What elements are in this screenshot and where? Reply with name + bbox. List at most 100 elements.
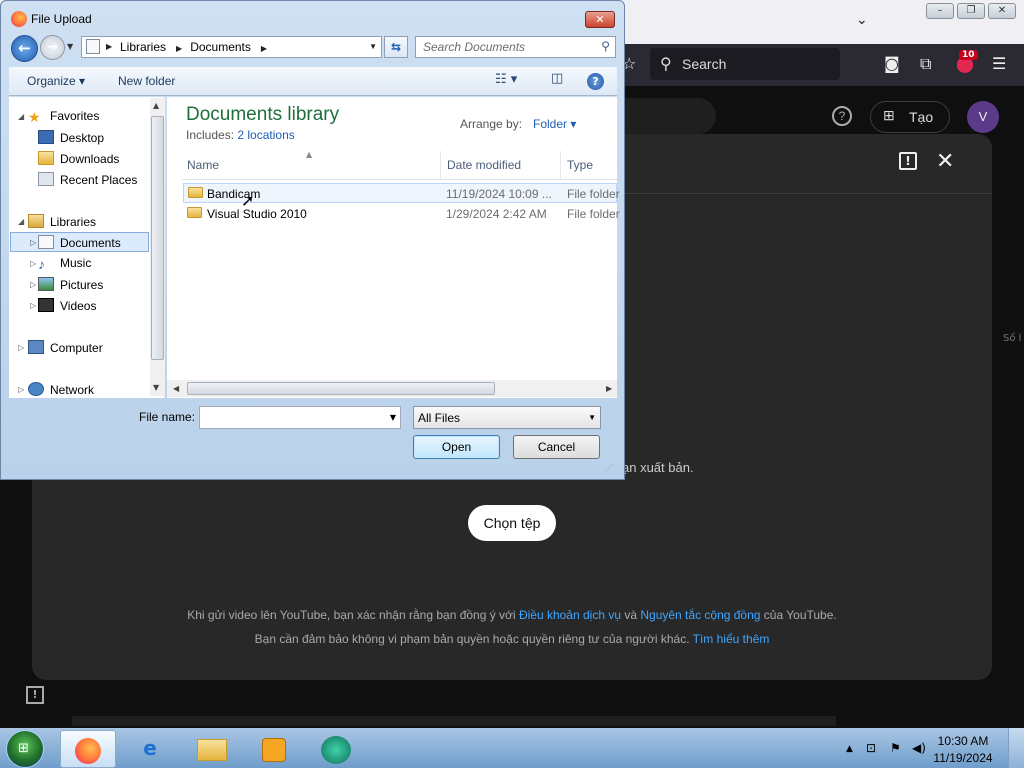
file-name-dropdown-icon[interactable]: ▼ — [390, 413, 396, 422]
expand-videos-icon[interactable]: ▷ — [30, 301, 36, 310]
extensions-icon[interactable]: ⧉ — [920, 54, 931, 74]
expand-documents-icon[interactable]: ▷ — [30, 238, 36, 247]
pocket-icon[interactable]: ◙ — [884, 54, 900, 73]
forward-button[interactable]: → — [40, 35, 65, 60]
expand-computer-icon[interactable]: ▷ — [18, 343, 24, 352]
create-button[interactable]: ⊞ Tạo — [870, 101, 950, 133]
youtube-search-bar[interactable] — [620, 98, 716, 134]
clock-time[interactable]: 10:30 AM — [928, 734, 998, 748]
chevron-right-icon[interactable]: ▶ — [106, 42, 112, 51]
column-header-name[interactable]: Name — [181, 151, 441, 179]
file-type-select[interactable]: All Files ▼ — [413, 406, 601, 429]
volume-icon[interactable]: ◀) — [912, 741, 926, 755]
cancel-button[interactable]: Cancel — [513, 435, 600, 459]
network-tray-icon[interactable]: ⊡ — [866, 741, 876, 755]
send-feedback-icon[interactable]: ! — [26, 686, 44, 704]
nav-music[interactable]: ♪ Music — [38, 256, 91, 272]
expand-libraries-icon[interactable]: ◢ — [18, 217, 24, 226]
taskbar-firefox[interactable] — [60, 730, 116, 768]
column-header-type[interactable]: Type — [561, 151, 617, 179]
new-folder-button[interactable]: New folder — [118, 74, 175, 88]
open-button[interactable]: Open — [413, 435, 500, 459]
scroll-left-icon[interactable]: ◀ — [173, 384, 179, 393]
expand-favorites-icon[interactable]: ◢ — [18, 112, 24, 121]
menu-icon[interactable]: ☰ — [992, 54, 1006, 73]
file-name-input[interactable]: ▼ — [199, 406, 401, 429]
nav-pictures[interactable]: Pictures — [38, 277, 103, 292]
search-documents-input[interactable]: Search Documents ⚲ — [415, 36, 616, 58]
terms-of-service-link[interactable]: Điều khoản dịch vụ — [519, 608, 621, 622]
maximize-button[interactable]: ❐ — [957, 3, 985, 19]
scroll-right-icon[interactable]: ▶ — [606, 384, 612, 393]
nav-recent-places[interactable]: Recent Places — [38, 172, 137, 187]
organize-button[interactable]: Organize ▾ — [27, 74, 85, 88]
chevron-right-icon[interactable]: ▶ — [261, 44, 267, 53]
nav-downloads-label: Downloads — [60, 152, 120, 166]
column-header-date[interactable]: Date modified — [441, 151, 561, 179]
file-list-scroll-thumb[interactable] — [187, 382, 495, 395]
library-includes: Includes: 2 locations — [186, 128, 295, 142]
taskbar-internet-explorer[interactable]: e — [122, 730, 178, 768]
nav-libraries[interactable]: Libraries — [28, 214, 96, 229]
nav-videos[interactable]: Videos — [38, 298, 96, 313]
desktop-icon — [38, 130, 54, 144]
action-center-flag-icon[interactable]: ⚑ — [890, 741, 901, 755]
folder-icon — [197, 738, 227, 761]
browser-search-box[interactable]: ⚲ Search — [650, 48, 840, 80]
recent-pages-dropdown-icon[interactable]: ▼ — [67, 42, 73, 51]
preview-pane-icon[interactable]: ◫ — [551, 71, 563, 86]
page-horizontal-scrollbar[interactable] — [72, 716, 836, 726]
expand-music-icon[interactable]: ▷ — [30, 259, 36, 268]
side-text: Số l — [1003, 333, 1022, 344]
scroll-down-icon[interactable]: ▼ — [153, 383, 159, 392]
network-icon — [28, 382, 44, 396]
nav-favorites[interactable]: ★ Favorites — [28, 109, 99, 125]
dialog-close-button[interactable]: ✕ — [585, 11, 615, 28]
show-desktop-button[interactable] — [1008, 728, 1024, 768]
nav-vertical-scrollbar[interactable] — [150, 98, 165, 396]
recent-places-icon — [38, 172, 54, 186]
scroll-up-icon[interactable]: ▲ — [153, 101, 159, 110]
help-icon[interactable]: ? — [832, 106, 852, 126]
nav-desktop[interactable]: Desktop — [38, 130, 104, 145]
address-dropdown-icon[interactable]: ▼ — [369, 42, 377, 51]
nav-downloads[interactable]: Downloads — [38, 151, 119, 166]
select-files-button[interactable]: Chọn tệp — [468, 505, 556, 541]
chevron-right-icon[interactable]: ▶ — [176, 44, 182, 53]
file-type-dropdown-icon[interactable]: ▼ — [588, 413, 596, 422]
view-options-icon[interactable]: ☷ ▾ — [495, 72, 517, 87]
nav-network[interactable]: Network — [28, 382, 94, 397]
avatar[interactable]: V — [967, 101, 999, 133]
resize-grip-icon[interactable]: ⋰ — [605, 463, 613, 472]
learn-more-link[interactable]: Tìm hiểu thêm — [693, 632, 770, 646]
nav-documents[interactable]: Documents — [38, 235, 121, 250]
file-list-horizontal-scrollbar[interactable] — [167, 380, 617, 397]
expand-pictures-icon[interactable]: ▷ — [30, 280, 36, 289]
arrange-by-dropdown[interactable]: Folder ▾ — [533, 117, 576, 131]
taskbar-media-player[interactable] — [246, 730, 302, 768]
community-guidelines-link[interactable]: Nguyên tắc cộng đồng — [640, 608, 760, 622]
create-label: Tạo — [909, 109, 934, 125]
show-hidden-icons-icon[interactable]: ▲ — [846, 744, 853, 754]
nav-scroll-thumb[interactable] — [151, 116, 164, 360]
file-list-area — [167, 97, 617, 398]
taskbar-app[interactable] — [308, 730, 364, 768]
terms-line-1: Khi gửi video lên YouTube, bạn xác nhận … — [32, 608, 992, 622]
help-icon[interactable]: ? — [587, 73, 604, 90]
start-button[interactable]: ⊞ — [6, 730, 44, 768]
expand-network-icon[interactable]: ▷ — [18, 385, 24, 394]
close-icon[interactable]: ✕ — [936, 148, 954, 174]
tab-list-chevron-icon[interactable]: ⌄ — [856, 12, 868, 28]
breadcrumb-documents[interactable]: Documents — [190, 40, 251, 54]
locations-link[interactable]: 2 locations — [237, 128, 294, 142]
nav-computer[interactable]: Computer — [28, 340, 103, 355]
taskbar-explorer[interactable] — [184, 730, 240, 768]
refresh-button[interactable]: ⇆ — [384, 36, 408, 58]
address-bar[interactable]: ▶ Libraries ▶ Documents ▶ ▼ — [81, 36, 382, 58]
close-window-button[interactable]: ✕ — [988, 3, 1016, 19]
minimize-button[interactable]: – — [926, 3, 954, 19]
feedback-icon[interactable]: ! — [899, 152, 917, 170]
clock-date[interactable]: 11/19/2024 — [928, 751, 998, 765]
back-button[interactable]: ← — [11, 35, 38, 62]
breadcrumb-libraries[interactable]: Libraries — [120, 40, 166, 54]
